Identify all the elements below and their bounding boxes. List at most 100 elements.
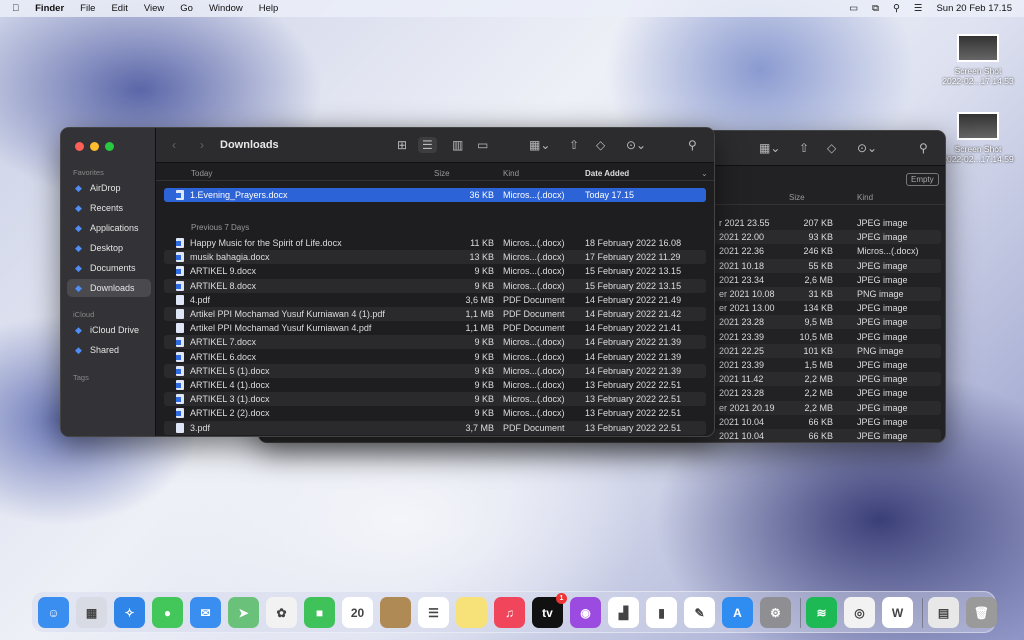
group-by-icon[interactable]: ▦⌄ [759, 140, 780, 156]
cloud-icon: ◆ [75, 324, 82, 335]
sidebar-item-icloud-drive[interactable]: ◆ iCloud Drive [67, 321, 151, 339]
file-row[interactable]: 1.Evening_Prayers.docx 36 KB Micros...(.do… [164, 188, 706, 202]
dock-music-icon[interactable]: ♫ [494, 597, 525, 628]
file-row[interactable]: ARTIKEL 8.docx 9 KB Micros...(.docx) 15 Feb… [164, 278, 706, 293]
dock-system-preferences-icon[interactable]: ⚙ [760, 597, 791, 628]
dock-safari-icon[interactable]: ✧ [114, 597, 145, 628]
size-cell: 246 KB [803, 246, 833, 257]
file-row[interactable]: Artikel PPI Mochamad Yusuf Kurniawan 4.p… [164, 321, 706, 335]
file-row[interactable]: Happy Music for the Spirit of Life.docx 1… [164, 236, 706, 250]
dock-calendar-icon[interactable]: 20 [342, 597, 373, 628]
dock-mail-icon[interactable]: ✉ [190, 597, 221, 628]
column-date-added[interactable]: Date Added [585, 169, 629, 178]
dock-facetime-icon[interactable]: ■ [304, 597, 335, 628]
dock-numbers-icon[interactable]: ▮ [646, 597, 677, 628]
gallery-view-icon[interactable]: ▭ [477, 137, 488, 153]
word-document-icon [176, 408, 184, 419]
icon-view-icon[interactable]: ⊞ [397, 137, 407, 153]
more-actions-icon[interactable]: ⊙⌄ [626, 137, 646, 153]
file-row[interactable]: ARTIKEL 2 (2).docx 9 KB Micros...(.docx) 13… [164, 406, 706, 420]
dock-finder-icon[interactable]: ☺ [38, 597, 69, 628]
column-size[interactable]: Size [434, 169, 450, 178]
file-row[interactable]: Artikel PPI Mochamad Yusuf Kurniawan 4 (… [164, 307, 706, 321]
screen-mirroring-icon[interactable]: ⧉ [872, 3, 879, 14]
dock: ☺ ▦ ✧ ● ✉ ➤ ✿ ■ 20 ☰ ♫ tv 1 ◉ ▟ ▮ ✎ A ⚙ ≋ ◎ W ▤ 🗑 [31, 591, 997, 633]
dock-messages-icon[interactable]: ● [152, 597, 183, 628]
date-cell: 14 February 2022 21.41 [585, 323, 682, 334]
menu-edit[interactable]: Edit [111, 3, 127, 14]
dock-spotify-icon[interactable]: ≋ [806, 597, 837, 628]
dock-pages-icon[interactable]: ✎ [684, 597, 715, 628]
sort-chevron-icon[interactable]: ⌄ [701, 169, 708, 178]
column-name[interactable]: Today [191, 169, 212, 178]
file-row[interactable]: 4.pdf 3,6 MB PDF Document 14 February 2022 … [164, 293, 706, 307]
close-button[interactable] [75, 142, 84, 151]
apple-menu-icon[interactable]:  [12, 3, 19, 14]
sidebar-item-shared[interactable]: ◆ Shared [67, 341, 151, 359]
dock-document-icon[interactable]: ▤ [928, 597, 959, 628]
file-row[interactable]: ARTIKEL 3 (1).docx 9 KB Micros...(.docx) 13… [164, 392, 706, 407]
finder-window[interactable]: Favorites ◆ AirDrop ◆ Recents ◆ Applications ◆… [60, 127, 715, 437]
dock-word-icon[interactable]: W [882, 597, 913, 628]
group-by-icon[interactable]: ▦⌄ [529, 137, 550, 153]
size-cell: 66 KB [808, 416, 833, 427]
menu-file[interactable]: File [80, 3, 95, 14]
kind-cell: PDF Document [503, 323, 565, 334]
sidebar-item-airdrop[interactable]: ◆ AirDrop [67, 179, 151, 197]
menu-go[interactable]: Go [180, 3, 193, 14]
tag-icon[interactable]: ◇ [827, 140, 836, 156]
name-cell: ARTIKEL 8.docx [176, 280, 256, 291]
sidebar-item-recents[interactable]: ◆ Recents [67, 199, 151, 217]
share-icon[interactable]: ⇧ [799, 140, 809, 156]
battery-icon[interactable]: ▭ [849, 3, 858, 14]
date-cell: 13 February 2022 22.51 [585, 408, 682, 419]
dock-chrome-icon[interactable]: ◎ [844, 597, 875, 628]
clock[interactable]: Sun 20 Feb 17.15 [936, 3, 1012, 14]
menu-finder[interactable]: Finder [35, 3, 64, 14]
dock-app-store-icon[interactable]: A [722, 597, 753, 628]
dock-notes-icon[interactable] [456, 597, 487, 628]
column-size[interactable]: Size [789, 193, 805, 202]
minimize-button[interactable] [90, 142, 99, 151]
file-row[interactable]: ARTIKEL 5 (1).docx 9 KB Micros...(.docx) 14… [164, 363, 706, 378]
dock-launchpad-icon[interactable]: ▦ [76, 597, 107, 628]
column-view-icon[interactable]: ▥ [452, 137, 463, 153]
menu-view[interactable]: View [144, 3, 164, 14]
back-button[interactable]: ‹ [172, 137, 176, 153]
dock-reminders-icon[interactable]: ☰ [418, 597, 449, 628]
column-kind[interactable]: Kind [857, 193, 873, 202]
file-row[interactable]: ARTIKEL 4 (1).docx 9 KB Micros...(.docx) 13… [164, 378, 706, 392]
more-actions-icon[interactable]: ⊙⌄ [857, 140, 877, 156]
dock-trash-icon[interactable]: 🗑 [966, 597, 997, 628]
menu-help[interactable]: Help [259, 3, 279, 14]
control-center-icon[interactable]: ☰ [914, 3, 923, 14]
forward-button[interactable]: › [200, 137, 204, 153]
zoom-button[interactable] [105, 142, 114, 151]
search-icon[interactable]: ⚲ [688, 137, 697, 153]
sidebar-item-desktop[interactable]: ◆ Desktop [67, 239, 151, 257]
file-row[interactable]: ARTIKEL 9.docx 9 KB Micros...(.docx) 15 Feb… [164, 264, 706, 278]
sidebar-item-applications[interactable]: ◆ Applications [67, 219, 151, 237]
file-row[interactable]: ARTIKEL 6.docx 9 KB Micros...(.docx) 14 Feb… [164, 350, 706, 364]
dock-photos-icon[interactable]: ✿ [266, 597, 297, 628]
desktop-file-screenshot-1[interactable]: Screen Shot 2022-02...17.14.53 [938, 34, 1018, 86]
desktop-file-screenshot-2[interactable]: Screen Shot 2022-02...17.14.59 [938, 112, 1018, 164]
menu-window[interactable]: Window [209, 3, 243, 14]
search-icon[interactable]: ⚲ [919, 140, 928, 156]
file-row[interactable]: 3.pdf 3,7 MB PDF Document 13 February 2022 … [164, 420, 706, 435]
file-row[interactable]: musik bahagia.docx 13 KB Micros...(.docx) 1… [164, 250, 706, 265]
list-view-icon[interactable]: ☰ [418, 137, 437, 153]
empty-trash-button[interactable]: Empty [906, 173, 939, 186]
dock-podcasts-icon[interactable]: ◉ [570, 597, 601, 628]
dock-maps-icon[interactable]: ➤ [228, 597, 259, 628]
file-row[interactable]: ARTIKEL 7.docx 9 KB Micros...(.docx) 14 Feb… [164, 335, 706, 350]
dock-notes-board-icon[interactable] [380, 597, 411, 628]
spotlight-search-icon[interactable]: ⚲ [893, 3, 900, 14]
sidebar-item-downloads[interactable]: ◆ Downloads [67, 279, 151, 297]
column-kind[interactable]: Kind [503, 169, 519, 178]
dock-keynote-icon[interactable]: ▟ [608, 597, 639, 628]
share-icon[interactable]: ⇧ [569, 137, 579, 153]
sidebar-item-documents[interactable]: ◆ Documents [67, 259, 151, 277]
dock-apple-tv-icon[interactable]: tv 1 [532, 593, 567, 628]
tag-icon[interactable]: ◇ [596, 137, 605, 153]
